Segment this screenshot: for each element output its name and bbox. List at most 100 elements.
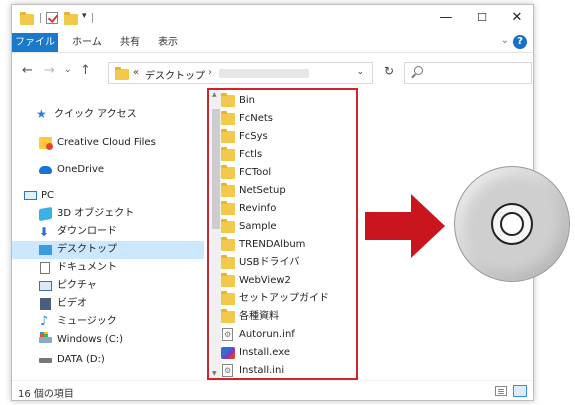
nav-item-label: Creative Cloud Files: [57, 137, 156, 148]
folder-icon: [20, 12, 34, 25]
breadcrumb-separator[interactable]: ›: [208, 67, 212, 78]
list-item[interactable]: TRENDAlbum: [220, 236, 355, 254]
picture-icon: [39, 281, 52, 291]
list-item[interactable]: Revinfo: [220, 200, 355, 218]
folder-icon: [221, 93, 235, 107]
refresh-icon[interactable]: ↻: [378, 64, 400, 84]
tab-home[interactable]: ホーム: [72, 34, 102, 52]
nav-item-label: 3D オブジェクト: [57, 208, 135, 219]
nav-item-music[interactable]: ♪ ミュージック: [12, 313, 204, 331]
nav-item-label: ダウンロード: [57, 226, 117, 237]
file-name: Install.ini: [239, 365, 285, 376]
folder-icon: [221, 129, 235, 143]
redacted-path: [219, 69, 309, 78]
list-item[interactable]: Install.ini: [220, 362, 355, 380]
desktop-icon: [39, 245, 52, 255]
nav-item-pc[interactable]: PC: [12, 187, 204, 205]
overflow-chevron[interactable]: «: [133, 67, 139, 78]
recent-dropdown-icon[interactable]: ⌄: [64, 65, 72, 75]
minimize-button[interactable]: —: [431, 9, 461, 27]
nav-item-creative-cloud[interactable]: Creative Cloud Files: [12, 134, 204, 152]
file-name: USBドライバ: [239, 257, 300, 268]
folder-icon: [221, 183, 235, 197]
search-input[interactable]: [404, 62, 532, 84]
large-icons-view-icon[interactable]: [513, 385, 527, 397]
nav-item-label: ドキュメント: [57, 262, 117, 273]
back-arrow-icon[interactable]: ←: [22, 63, 33, 78]
close-button[interactable]: ✕: [502, 9, 532, 27]
music-icon: ♪: [40, 314, 49, 329]
cloud-icon: [39, 166, 52, 174]
nav-item-label: クイック アクセス: [54, 109, 137, 120]
nav-item-3d-objects[interactable]: 3D オブジェクト: [12, 205, 204, 223]
tab-share[interactable]: 共有: [120, 34, 140, 52]
maximize-button[interactable]: ☐: [467, 9, 497, 27]
nav-item-pictures[interactable]: ピクチャ: [12, 277, 204, 295]
list-item[interactable]: Fctls: [220, 146, 355, 164]
chevron-down-icon[interactable]: ⌄: [356, 67, 364, 77]
nav-item-label: ピクチャ: [57, 280, 97, 291]
nav-item-label: ミュージック: [57, 316, 117, 327]
list-item[interactable]: WebView2: [220, 272, 355, 290]
nav-item-desktop[interactable]: デスクトップ: [12, 241, 204, 259]
ribbon: ファイル ホーム 共有 表示 ⌄ ?: [12, 31, 533, 53]
breadcrumb-desktop[interactable]: デスクトップ: [145, 67, 205, 82]
file-name: Autorun.inf: [239, 329, 295, 340]
help-icon[interactable]: ?: [513, 35, 527, 49]
nav-item-documents[interactable]: ドキュメント: [12, 259, 204, 277]
details-view-icon[interactable]: [495, 386, 507, 396]
list-item[interactable]: FCTool: [220, 164, 355, 182]
navigation-pane: ★ クイック アクセス Creative Cloud Files OneDriv…: [12, 89, 207, 379]
list-item[interactable]: 各種資料: [220, 308, 355, 326]
list-item[interactable]: Install.exe: [220, 344, 355, 362]
nav-item-data-drive[interactable]: DATA (D:): [12, 351, 204, 369]
star-icon: ★: [36, 107, 47, 121]
list-item[interactable]: FcSys: [220, 128, 355, 146]
nav-item-label: DATA (D:): [57, 354, 105, 365]
folder-icon: [221, 273, 235, 287]
chevron-down-icon[interactable]: ⌄: [501, 35, 509, 46]
file-name: WebView2: [239, 275, 291, 286]
folder-icon: [221, 237, 235, 251]
list-item[interactable]: Sample: [220, 218, 355, 236]
quick-access-dropdown-icon[interactable]: ▾: [82, 11, 87, 21]
pc-icon: [24, 191, 37, 200]
download-icon: ⬇: [39, 225, 50, 239]
nav-item-onedrive[interactable]: OneDrive: [12, 161, 204, 179]
right-arrow-icon: [365, 212, 413, 240]
nav-item-videos[interactable]: ビデオ: [12, 295, 204, 313]
folder-icon: [221, 219, 235, 233]
file-name: FcNets: [239, 113, 274, 124]
nav-item-windows-drive[interactable]: Windows (C:): [12, 331, 204, 349]
creative-cloud-icon: [39, 137, 53, 150]
nav-item-label: OneDrive: [57, 164, 105, 175]
new-folder-icon[interactable]: [64, 12, 78, 25]
windows-drive-icon: [39, 334, 52, 343]
list-item[interactable]: NetSetup: [220, 182, 355, 200]
disc-icon: [454, 166, 570, 282]
file-name: Install.exe: [239, 347, 291, 358]
list-item[interactable]: Autorun.inf: [220, 326, 355, 344]
tab-view[interactable]: 表示: [158, 34, 178, 52]
nav-item-downloads[interactable]: ⬇ ダウンロード: [12, 223, 204, 241]
up-arrow-icon[interactable]: ↑: [80, 63, 91, 78]
list-item[interactable]: セットアップガイド: [220, 290, 355, 308]
properties-icon[interactable]: [46, 12, 58, 24]
file-name: Revinfo: [239, 203, 277, 214]
list-item[interactable]: FcNets: [220, 110, 355, 128]
file-name: Sample: [239, 221, 277, 232]
folder-icon: [115, 67, 129, 80]
title-bar: ▾ — ☐ ✕: [12, 5, 533, 31]
list-item[interactable]: Bin: [220, 92, 355, 110]
settings-file-icon: [222, 364, 233, 377]
list-item[interactable]: USBドライバ: [220, 254, 355, 272]
forward-arrow-icon[interactable]: →: [44, 63, 55, 78]
tab-file[interactable]: ファイル: [12, 33, 58, 52]
document-icon: [40, 262, 50, 274]
file-name: 各種資料: [239, 311, 279, 322]
divider: [92, 13, 93, 23]
nav-item-quick-access[interactable]: ★ クイック アクセス: [12, 106, 204, 124]
file-name: TRENDAlbum: [239, 239, 306, 250]
address-bar[interactable]: « デスクトップ › ⌄: [108, 62, 373, 84]
nav-item-label: ビデオ: [57, 298, 87, 309]
